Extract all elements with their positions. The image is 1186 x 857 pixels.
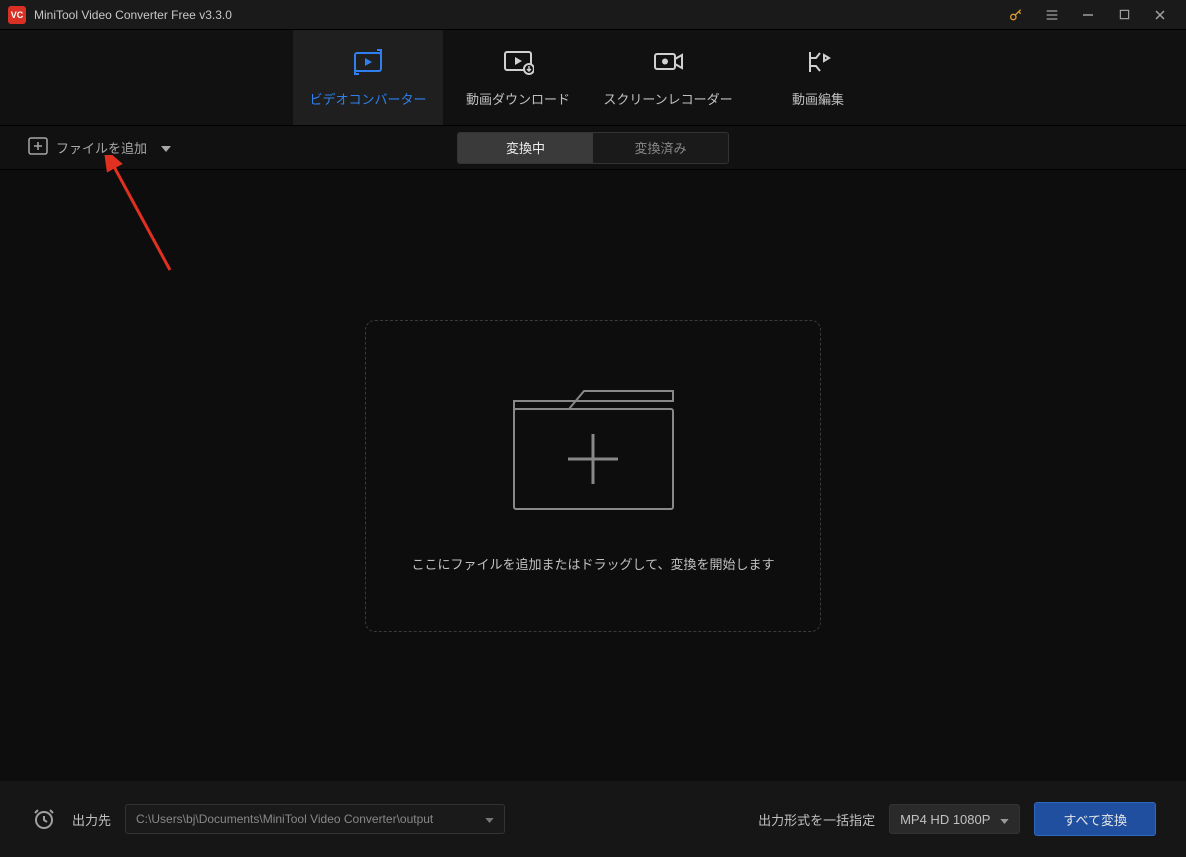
- chevron-down-icon: [485, 812, 494, 826]
- drop-zone-text: ここにファイルを追加またはドラッグして、変換を開始します: [412, 554, 775, 573]
- conversion-status-segments: 変換中 変換済み: [457, 132, 729, 164]
- tab-video-download[interactable]: 動画ダウンロード: [443, 30, 593, 125]
- add-file-label: ファイルを追加: [56, 138, 147, 157]
- toolbar: ファイルを追加 変換中 変換済み: [0, 126, 1186, 170]
- bottom-bar: 出力先 C:\Users\bj\Documents\MiniTool Video…: [0, 781, 1186, 857]
- add-file-icon: [28, 137, 48, 158]
- folder-add-icon: [506, 379, 681, 524]
- chevron-down-icon: [161, 140, 171, 155]
- record-icon: [652, 48, 684, 79]
- hamburger-menu-icon[interactable]: [1034, 0, 1070, 30]
- convert-all-button[interactable]: すべて変換: [1034, 802, 1156, 836]
- tab-label: 動画編集: [792, 89, 844, 108]
- output-path-select[interactable]: C:\Users\bj\Documents\MiniTool Video Con…: [125, 804, 505, 834]
- convert-button-label: すべて変換: [1063, 810, 1127, 829]
- tab-video-converter[interactable]: ビデオコンバーター: [293, 30, 443, 125]
- titlebar: VC MiniTool Video Converter Free v3.3.0: [0, 0, 1186, 30]
- output-format-select[interactable]: MP4 HD 1080P: [889, 804, 1020, 834]
- tab-label: スクリーンレコーダー: [603, 89, 732, 108]
- main-nav: ビデオコンバーター 動画ダウンロード スクリーンレコーダー: [0, 30, 1186, 126]
- chevron-down-icon: [1000, 812, 1009, 827]
- close-button[interactable]: [1142, 0, 1178, 30]
- convert-icon: [352, 48, 384, 79]
- download-icon: [502, 48, 534, 79]
- app-title: MiniTool Video Converter Free v3.3.0: [34, 8, 232, 22]
- add-file-button[interactable]: ファイルを追加: [28, 137, 171, 158]
- format-value: MP4 HD 1080P: [900, 812, 990, 827]
- key-icon[interactable]: [998, 0, 1034, 30]
- output-label: 出力先: [72, 810, 111, 829]
- segment-converting[interactable]: 変換中: [458, 133, 593, 163]
- tab-label: ビデオコンバーター: [309, 89, 426, 108]
- tab-label: 動画ダウンロード: [466, 89, 570, 108]
- tab-screen-recorder[interactable]: スクリーンレコーダー: [593, 30, 743, 125]
- tab-video-edit[interactable]: 動画編集: [743, 30, 893, 125]
- minimize-button[interactable]: [1070, 0, 1106, 30]
- edit-icon: [802, 48, 834, 79]
- format-label: 出力形式を一括指定: [758, 810, 875, 829]
- app-logo: VC: [8, 6, 26, 24]
- segment-converted[interactable]: 変換済み: [593, 133, 728, 163]
- main-area: ここにファイルを追加またはドラッグして、変換を開始します: [0, 170, 1186, 781]
- drop-zone[interactable]: ここにファイルを追加またはドラッグして、変換を開始します: [365, 320, 821, 632]
- maximize-button[interactable]: [1106, 0, 1142, 30]
- output-path-value: C:\Users\bj\Documents\MiniTool Video Con…: [136, 812, 433, 826]
- schedule-icon[interactable]: [30, 805, 58, 833]
